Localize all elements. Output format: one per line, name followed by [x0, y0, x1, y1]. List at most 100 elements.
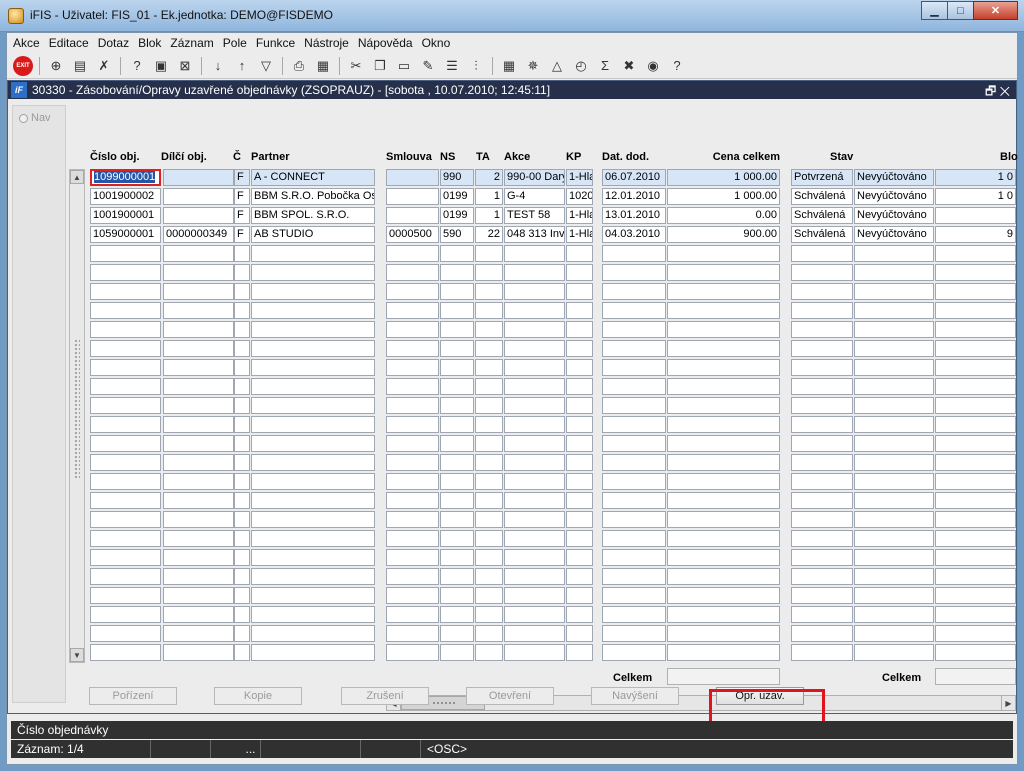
empty-cell[interactable]: [251, 530, 375, 547]
cell-partner[interactable]: BBM S.R.O. Pobočka Ost: [251, 188, 375, 205]
menu-okno[interactable]: Okno: [422, 36, 451, 50]
empty-cell[interactable]: [566, 492, 593, 509]
empty-cell[interactable]: [90, 397, 161, 414]
empty-cell[interactable]: [791, 359, 853, 376]
empty-cell[interactable]: [440, 530, 474, 547]
scroll-right-icon[interactable]: ▶: [1001, 696, 1015, 710]
empty-cell[interactable]: [90, 435, 161, 452]
empty-cell[interactable]: [251, 378, 375, 395]
menu-blok[interactable]: Blok: [138, 36, 161, 50]
empty-cell[interactable]: [234, 283, 250, 300]
empty-cell[interactable]: [935, 511, 1016, 528]
empty-cell[interactable]: [854, 264, 934, 281]
cell-c[interactable]: F: [234, 188, 250, 205]
empty-cell[interactable]: [251, 283, 375, 300]
empty-cell[interactable]: [935, 625, 1016, 642]
empty-cell[interactable]: [90, 283, 161, 300]
sum-icon[interactable]: Σ: [595, 56, 615, 76]
cell-stav[interactable]: Schválená: [791, 226, 853, 243]
cell-datdod[interactable]: 13.01.2010: [602, 207, 666, 224]
paste-icon[interactable]: ▭: [394, 56, 414, 76]
empty-cell[interactable]: [854, 302, 934, 319]
cell-dilci[interactable]: [163, 207, 234, 224]
col-header-dilci[interactable]: Dílčí obj.: [161, 151, 207, 163]
col-header-datdod[interactable]: Dat. dod.: [602, 151, 649, 163]
empty-cell[interactable]: [935, 454, 1016, 471]
col-header-cislo[interactable]: Číslo obj.: [90, 151, 140, 163]
empty-cell[interactable]: [440, 378, 474, 395]
empty-cell[interactable]: [163, 454, 234, 471]
empty-cell[interactable]: [935, 587, 1016, 604]
empty-cell[interactable]: [667, 435, 780, 452]
minimize-button[interactable]: ▁: [921, 1, 948, 20]
empty-cell[interactable]: [251, 644, 375, 661]
menu-pole[interactable]: Pole: [223, 36, 247, 50]
empty-cell[interactable]: [163, 549, 234, 566]
empty-cell[interactable]: [566, 454, 593, 471]
empty-cell[interactable]: [90, 530, 161, 547]
empty-cell[interactable]: [504, 340, 565, 357]
empty-cell[interactable]: [854, 644, 934, 661]
empty-cell[interactable]: [90, 511, 161, 528]
cell-ta[interactable]: 2: [475, 169, 503, 186]
execute-query-icon[interactable]: ▣: [151, 56, 171, 76]
empty-cell[interactable]: [791, 397, 853, 414]
empty-cell[interactable]: [440, 416, 474, 433]
empty-cell[interactable]: [566, 625, 593, 642]
empty-cell[interactable]: [234, 568, 250, 585]
empty-cell[interactable]: [667, 321, 780, 338]
empty-cell[interactable]: [504, 625, 565, 642]
empty-cell[interactable]: [504, 378, 565, 395]
empty-cell[interactable]: [234, 416, 250, 433]
col-header-ta[interactable]: TA: [476, 151, 490, 163]
empty-cell[interactable]: [602, 511, 666, 528]
empty-cell[interactable]: [386, 302, 439, 319]
empty-cell[interactable]: [667, 492, 780, 509]
cell-cena[interactable]: 1 000.00: [667, 188, 780, 205]
empty-cell[interactable]: [251, 416, 375, 433]
empty-cell[interactable]: [251, 435, 375, 452]
empty-cell[interactable]: [386, 473, 439, 490]
empty-cell[interactable]: [251, 397, 375, 414]
empty-cell[interactable]: [602, 416, 666, 433]
cell-dilci[interactable]: 0000000349: [163, 226, 234, 243]
print-icon[interactable]: ⎙: [289, 56, 309, 76]
menu-zaznam[interactable]: Záznam: [170, 36, 213, 50]
empty-cell[interactable]: [163, 644, 234, 661]
empty-cell[interactable]: [791, 587, 853, 604]
empty-cell[interactable]: [566, 340, 593, 357]
cell-smlouva[interactable]: [386, 188, 439, 205]
empty-cell[interactable]: [791, 644, 853, 661]
empty-cell[interactable]: [251, 302, 375, 319]
cell-blk[interactable]: 1 0: [935, 169, 1016, 186]
empty-cell[interactable]: [602, 644, 666, 661]
col-header-c[interactable]: Č: [233, 151, 241, 163]
menu-editace[interactable]: Editace: [49, 36, 89, 50]
cell-akce[interactable]: 048 313 Inve: [504, 226, 565, 243]
empty-cell[interactable]: [386, 416, 439, 433]
empty-cell[interactable]: [791, 625, 853, 642]
empty-cell[interactable]: [602, 397, 666, 414]
cell-datdod[interactable]: 06.07.2010: [602, 169, 666, 186]
empty-cell[interactable]: [566, 587, 593, 604]
cell-ta[interactable]: 22: [475, 226, 503, 243]
empty-cell[interactable]: [163, 283, 234, 300]
empty-cell[interactable]: [234, 473, 250, 490]
empty-cell[interactable]: [935, 530, 1016, 547]
nav-radio[interactable]: Nav: [19, 112, 51, 124]
empty-cell[interactable]: [90, 264, 161, 281]
cell-fakt[interactable]: Nevyúčtováno: [854, 226, 934, 243]
empty-cell[interactable]: [667, 378, 780, 395]
empty-cell[interactable]: [935, 473, 1016, 490]
empty-cell[interactable]: [566, 568, 593, 585]
empty-cell[interactable]: [504, 321, 565, 338]
empty-cell[interactable]: [566, 511, 593, 528]
cell-blk[interactable]: [935, 207, 1016, 224]
empty-cell[interactable]: [386, 587, 439, 604]
empty-cell[interactable]: [566, 549, 593, 566]
duplicate-record-icon[interactable]: ▤: [70, 56, 90, 76]
empty-cell[interactable]: [386, 397, 439, 414]
empty-cell[interactable]: [234, 606, 250, 623]
delete-record-icon[interactable]: ✗: [94, 56, 114, 76]
cell-dilci[interactable]: [163, 169, 234, 186]
